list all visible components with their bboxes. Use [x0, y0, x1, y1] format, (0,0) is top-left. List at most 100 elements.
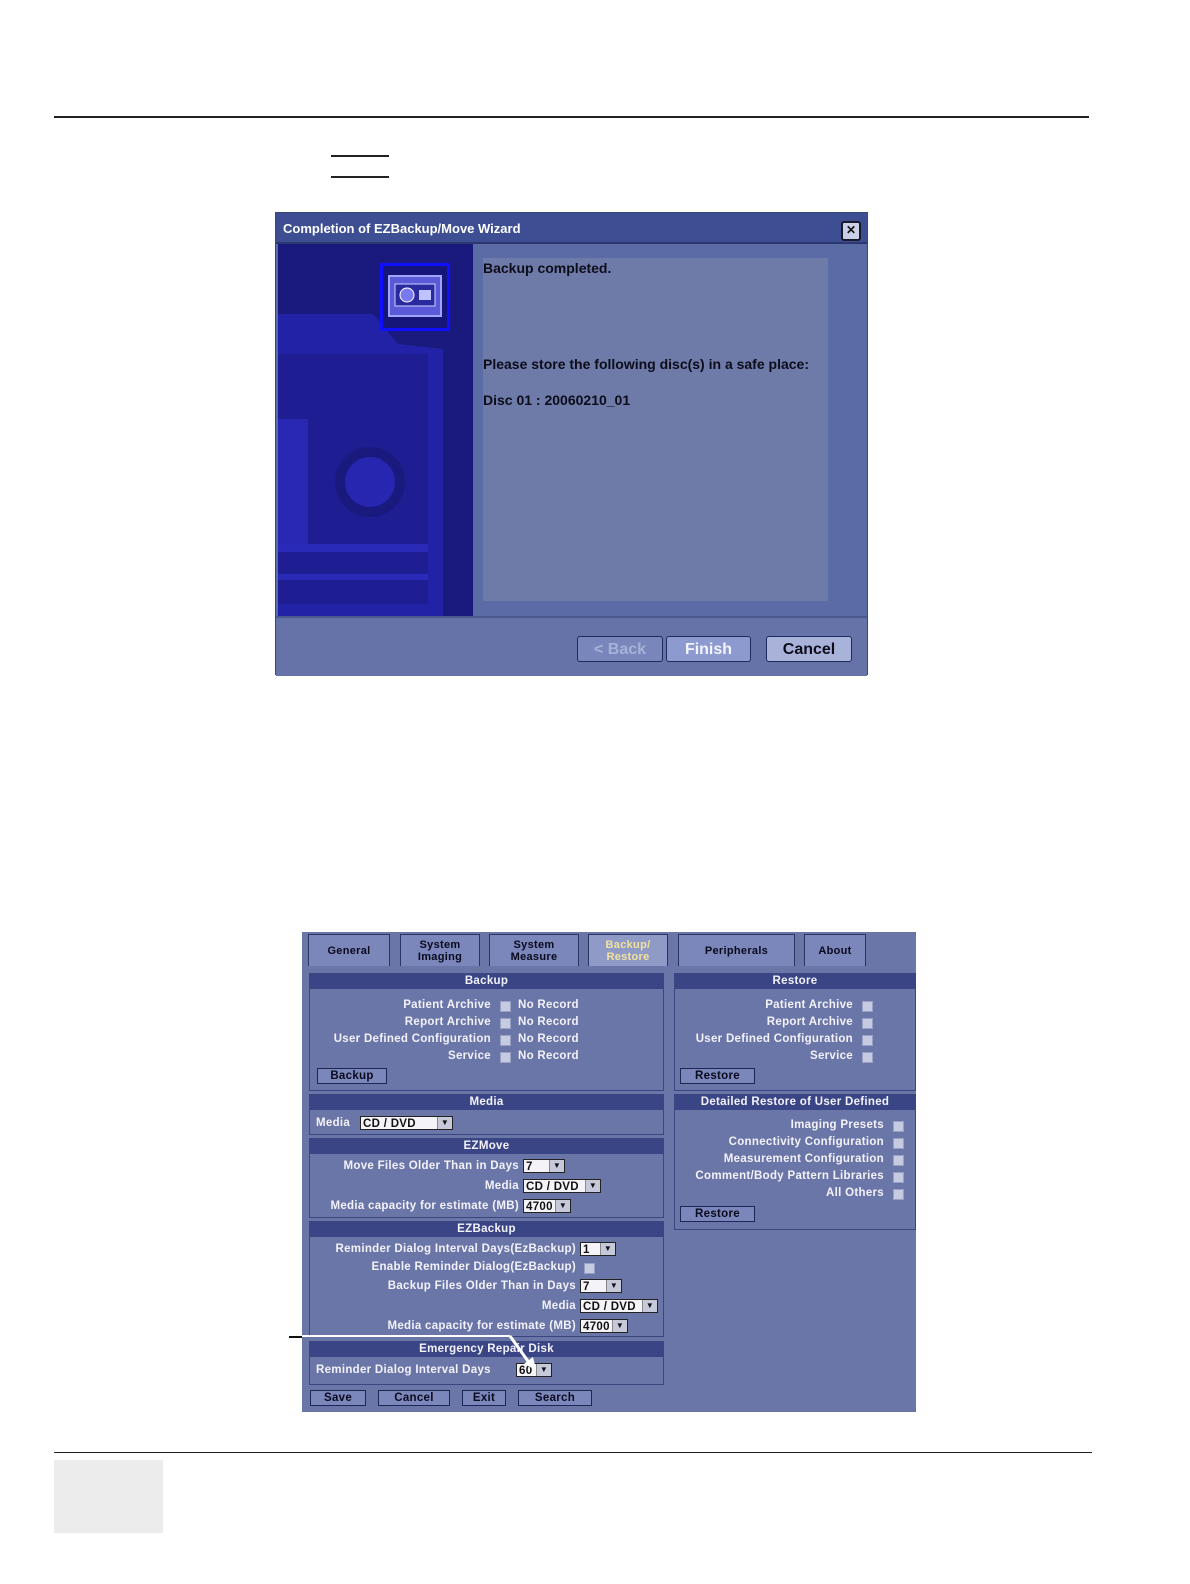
media-label: Media — [316, 1117, 351, 1129]
disc-label-text: Disc 01 : 20060210_01 — [483, 392, 631, 408]
backup-item-label: Service — [447, 1050, 491, 1062]
ezbackup-days-select[interactable]: 7 ▼ — [580, 1279, 622, 1293]
emergency-repair-group: Emergency Repair Disk Reminder Dialog In… — [309, 1341, 664, 1385]
detailed-restore-item: Comment/Body Pattern Libraries — [695, 1170, 884, 1182]
callout-leader-line — [289, 1336, 302, 1338]
save-button[interactable]: Save — [310, 1390, 366, 1406]
tab-system-measure[interactable]: System Measure — [489, 934, 579, 966]
ezmove-group: EZMove Move Files Older Than in Days 7 ▼ … — [309, 1138, 664, 1218]
exit-button[interactable]: Exit — [462, 1390, 506, 1406]
chevron-down-icon: ▼ — [606, 1280, 621, 1292]
wizard-dialog: Completion of EZBackup/Move Wizard ✕ Bac… — [275, 212, 868, 676]
restore-patient-archive-checkbox[interactable] — [862, 1001, 873, 1012]
chevron-down-icon: ▼ — [642, 1300, 657, 1312]
footer-page-box — [54, 1460, 163, 1533]
restore-item-label: Report Archive — [766, 1016, 853, 1028]
backup-service-checkbox[interactable] — [500, 1052, 511, 1063]
backup-user-config-checkbox[interactable] — [500, 1035, 511, 1046]
ezbackup-days-label: Backup Files Older Than in Days — [387, 1280, 576, 1292]
wizard-side-graphic — [278, 244, 473, 616]
restore-item-label: User Defined Configuration — [695, 1033, 853, 1045]
restore-group-header: Restore — [675, 974, 915, 989]
emergency-repair-header: Emergency Repair Disk — [310, 1342, 663, 1357]
detailed-restore-button[interactable]: Restore — [680, 1206, 755, 1222]
restore-service-checkbox[interactable] — [862, 1052, 873, 1063]
tab-peripherals[interactable]: Peripherals — [678, 934, 795, 966]
cancel-settings-button[interactable]: Cancel — [378, 1390, 450, 1406]
all-others-checkbox[interactable] — [893, 1189, 904, 1200]
cancel-button[interactable]: Cancel — [766, 636, 852, 662]
backup-item-label: Report Archive — [404, 1016, 491, 1028]
backup-item-label: Patient Archive — [403, 999, 491, 1011]
chevron-down-icon: ▼ — [612, 1320, 627, 1332]
ezbackup-media-label: Media — [541, 1300, 576, 1312]
ezbackup-reminder-label: Reminder Dialog Interval Days(EzBackup) — [335, 1243, 576, 1255]
backup-completed-text: Backup completed. — [483, 260, 612, 276]
tab-backup-restore[interactable]: Backup/Restore — [588, 934, 668, 966]
finish-button[interactable]: Finish — [666, 636, 751, 662]
restore-report-archive-checkbox[interactable] — [862, 1018, 873, 1029]
connectivity-config-checkbox[interactable] — [893, 1138, 904, 1149]
ezbackup-capacity-select[interactable]: 4700 ▼ — [580, 1319, 628, 1333]
tab-system-imaging[interactable]: System Imaging — [400, 934, 480, 966]
chevron-down-icon: ▼ — [536, 1364, 551, 1376]
detailed-restore-header: Detailed Restore of User Defined — [675, 1095, 915, 1110]
backup-item-status: No Record — [518, 1033, 579, 1045]
wizard-title-bar: Completion of EZBackup/Move Wizard ✕ — [276, 213, 867, 244]
media-select[interactable]: CD / DVD ▼ — [360, 1116, 453, 1130]
emergency-reminder-select[interactable]: 60 ▼ — [516, 1363, 552, 1377]
restore-button[interactable]: Restore — [680, 1068, 755, 1084]
backup-report-archive-checkbox[interactable] — [500, 1018, 511, 1029]
underline-mark — [331, 176, 389, 178]
detailed-restore-item: Imaging Presets — [790, 1119, 884, 1131]
detailed-restore-item: All Others — [826, 1187, 884, 1199]
header-rule — [54, 116, 1089, 118]
media-group-header: Media — [310, 1095, 663, 1110]
search-button[interactable]: Search — [518, 1390, 592, 1406]
ezmove-days-label: Move Files Older Than in Days — [343, 1160, 519, 1172]
chevron-down-icon: ▼ — [585, 1180, 600, 1192]
wizard-message-panel: Backup completed. Please store the follo… — [483, 258, 828, 601]
chevron-down-icon: ▼ — [555, 1200, 570, 1212]
underline-mark — [331, 155, 389, 157]
ezmove-media-label: Media — [484, 1180, 519, 1192]
ezmove-capacity-select[interactable]: 4700 ▼ — [523, 1199, 571, 1213]
tab-general[interactable]: General — [308, 934, 390, 966]
back-button[interactable]: < Back — [577, 636, 663, 662]
backup-icon — [380, 263, 450, 331]
detailed-restore-item: Measurement Configuration — [723, 1153, 884, 1165]
ezmove-group-header: EZMove — [310, 1139, 663, 1154]
backup-item-status: No Record — [518, 1016, 579, 1028]
restore-group: Restore Patient Archive Report Archive U… — [674, 973, 916, 1091]
ezbackup-media-select[interactable]: CD / DVD ▼ — [580, 1299, 658, 1313]
measurement-config-checkbox[interactable] — [893, 1155, 904, 1166]
ezbackup-enable-checkbox[interactable] — [584, 1263, 595, 1274]
restore-item-label: Patient Archive — [765, 999, 853, 1011]
backup-patient-archive-checkbox[interactable] — [500, 1001, 511, 1012]
backup-button[interactable]: Backup — [317, 1068, 387, 1084]
tab-about[interactable]: About — [804, 934, 866, 966]
ezbackup-capacity-label: Media capacity for estimate (MB) — [387, 1320, 576, 1332]
ezmove-days-select[interactable]: 7 ▼ — [523, 1159, 565, 1173]
detailed-restore-group: Detailed Restore of User Defined Imaging… — [674, 1094, 916, 1230]
ezbackup-reminder-select[interactable]: 1 ▼ — [580, 1242, 616, 1256]
close-icon[interactable]: ✕ — [841, 221, 861, 241]
backup-item-status: No Record — [518, 999, 579, 1011]
chevron-down-icon: ▼ — [549, 1160, 564, 1172]
ezmove-media-select[interactable]: CD / DVD ▼ — [523, 1179, 601, 1193]
ezbackup-group-header: EZBackup — [310, 1222, 663, 1237]
imaging-presets-checkbox[interactable] — [893, 1121, 904, 1132]
media-group: Media Media CD / DVD ▼ — [309, 1094, 664, 1135]
ezbackup-group: EZBackup Reminder Dialog Interval Days(E… — [309, 1221, 664, 1337]
chevron-down-icon: ▼ — [600, 1243, 615, 1255]
ezmove-capacity-label: Media capacity for estimate (MB) — [330, 1200, 519, 1212]
comment-body-pattern-checkbox[interactable] — [893, 1172, 904, 1183]
backup-group-header: Backup — [310, 974, 663, 989]
wizard-footer: < Back Finish Cancel — [276, 616, 867, 676]
chevron-down-icon: ▼ — [437, 1117, 452, 1129]
footer-rule — [54, 1452, 1092, 1453]
restore-user-config-checkbox[interactable] — [862, 1035, 873, 1046]
backup-item-label: User Defined Configuration — [333, 1033, 491, 1045]
utility-backup-restore-screen: General System Imaging System Measure Back… — [302, 932, 916, 1412]
detailed-restore-item: Connectivity Configuration — [728, 1136, 884, 1148]
